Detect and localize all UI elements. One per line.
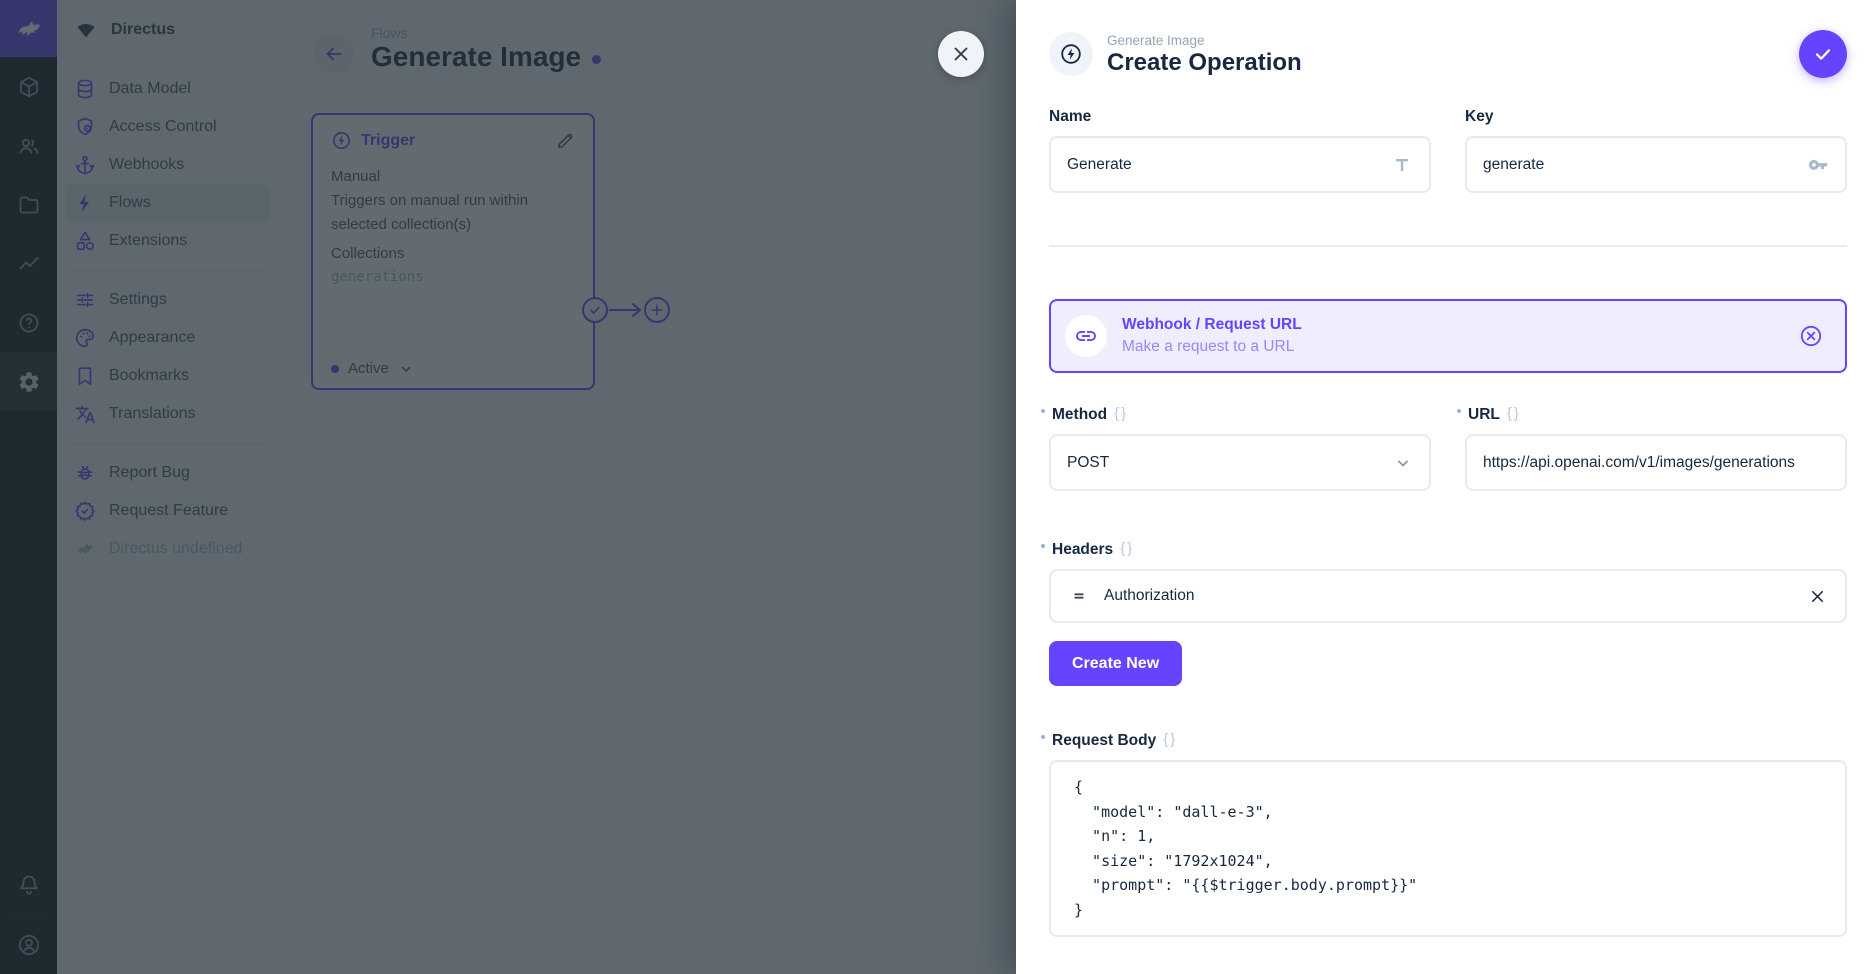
section-divider xyxy=(1049,245,1847,247)
required-dot xyxy=(1041,544,1045,548)
operation-icon-badge xyxy=(1049,32,1093,76)
key-label: Key xyxy=(1465,108,1493,126)
headers-label: Headers xyxy=(1052,541,1113,559)
url-label: URL xyxy=(1468,406,1500,424)
method-field: Method {} POST xyxy=(1049,406,1431,491)
title-formatter-icon xyxy=(1391,154,1413,176)
key-field: Key xyxy=(1465,108,1847,193)
method-value: POST xyxy=(1067,454,1393,472)
request-body-editor[interactable]: { "model": "dall-e-3", "n": 1, "size": "… xyxy=(1049,760,1847,937)
raw-value-toggle-icon[interactable]: {} xyxy=(1163,731,1177,748)
method-label: Method xyxy=(1052,406,1107,424)
create-new-header-button[interactable]: Create New xyxy=(1049,641,1182,686)
method-select[interactable]: POST xyxy=(1049,434,1431,491)
required-dot xyxy=(1041,409,1045,413)
name-input[interactable] xyxy=(1067,156,1381,174)
key-input[interactable] xyxy=(1483,156,1797,174)
headers-field: Headers {} Authorization Create New xyxy=(1049,541,1847,686)
deselect-type-icon[interactable] xyxy=(1798,323,1824,349)
name-field: Name xyxy=(1049,108,1431,193)
drawer-overlay[interactable] xyxy=(0,0,1016,974)
drawer-header: Generate Image Create Operation xyxy=(1016,0,1865,78)
request-body-field: Request Body {} { "model": "dall-e-3", "… xyxy=(1049,732,1847,937)
operation-type-banner: Webhook / Request URL Make a request to … xyxy=(1049,299,1847,373)
drawer-breadcrumb: Generate Image xyxy=(1107,33,1302,48)
close-icon xyxy=(950,43,972,65)
header-key[interactable]: Authorization xyxy=(1104,587,1194,605)
header-row[interactable]: Authorization xyxy=(1049,569,1847,623)
banner-title: Webhook / Request URL xyxy=(1122,316,1302,334)
chevron-down-icon xyxy=(1393,453,1413,473)
drawer-title: Create Operation xyxy=(1107,50,1302,76)
raw-value-toggle-icon[interactable]: {} xyxy=(1114,405,1128,422)
drag-handle-icon[interactable] xyxy=(1069,586,1089,606)
url-field: URL {} xyxy=(1465,406,1847,491)
url-input[interactable] xyxy=(1483,454,1829,472)
required-dot xyxy=(1041,735,1045,739)
save-button[interactable] xyxy=(1799,30,1847,78)
banner-subtitle: Make a request to a URL xyxy=(1122,338,1302,356)
raw-value-toggle-icon[interactable]: {} xyxy=(1120,540,1134,557)
bolt-circle-icon xyxy=(1059,42,1083,66)
link-icon xyxy=(1065,315,1107,357)
request-body-label: Request Body xyxy=(1052,732,1156,750)
close-drawer-button[interactable] xyxy=(938,31,984,77)
name-label: Name xyxy=(1049,108,1091,126)
check-icon xyxy=(1812,43,1834,65)
raw-value-toggle-icon[interactable]: {} xyxy=(1507,405,1521,422)
key-icon xyxy=(1807,154,1829,176)
required-dot xyxy=(1457,409,1461,413)
create-operation-drawer: Generate Image Create Operation Name Key xyxy=(1016,0,1865,974)
delete-header-icon[interactable] xyxy=(1808,587,1827,606)
